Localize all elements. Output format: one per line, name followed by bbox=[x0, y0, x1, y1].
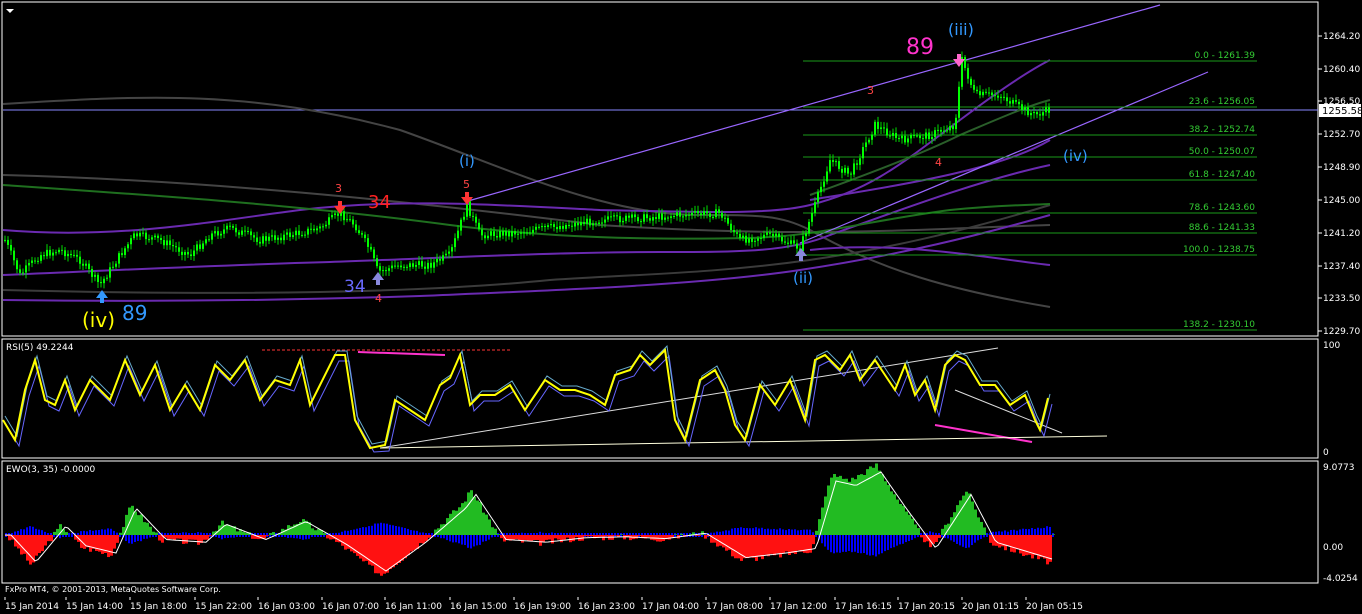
price-tick-label: 1229.70 bbox=[1323, 327, 1360, 337]
rsi-divergence-line bbox=[357, 351, 446, 356]
rsi-line bbox=[2, 347, 1049, 450]
wave-label-89-top: 89 bbox=[906, 35, 934, 60]
price-tick-label: 1237.40 bbox=[1323, 262, 1360, 272]
ewo-axis-zero: 0.00 bbox=[1323, 543, 1343, 553]
rsi-panel-border bbox=[1, 338, 1319, 459]
rsi-title: RSI(5) 49.2244 bbox=[6, 343, 74, 353]
wave-label-4b: 4 bbox=[935, 156, 942, 169]
fib-level-label: 100.0 - 1238.75 bbox=[1183, 245, 1255, 255]
fib-level-label: 61.8 - 1247.40 bbox=[1189, 170, 1255, 180]
wave-label-34-red: 34 bbox=[368, 192, 391, 213]
channel-upper-line bbox=[467, 4, 1161, 202]
wave-label-iv-right: (iv) bbox=[1063, 147, 1088, 165]
price-tick-label: 1264.20 bbox=[1323, 32, 1360, 42]
time-tick-label: 16 Jan 07:00 bbox=[322, 602, 379, 612]
time-tick-label: 15 Jan 22:00 bbox=[195, 602, 252, 612]
fib-level-label: 88.6 - 1241.33 bbox=[1189, 223, 1255, 233]
current-price-label: 1255.58 bbox=[1322, 106, 1362, 117]
time-tick-label: 15 Jan 18:00 bbox=[130, 602, 187, 612]
time-tick-label: 17 Jan 16:15 bbox=[835, 602, 892, 612]
wave-label-3a: 3 bbox=[335, 182, 342, 195]
time-tick-label: 17 Jan 04:00 bbox=[642, 602, 699, 612]
time-tick-label: 16 Jan 15:00 bbox=[450, 602, 507, 612]
time-tick-label: 16 Jan 19:00 bbox=[514, 602, 571, 612]
wave-label-i: (i) bbox=[459, 152, 475, 170]
time-tick-label: 17 Jan 12:00 bbox=[770, 602, 827, 612]
fib-level-label: 23.6 - 1256.05 bbox=[1189, 97, 1255, 107]
ewo-axis-max: 9.0773 bbox=[1323, 463, 1355, 473]
time-tick-label: 17 Jan 20:15 bbox=[898, 602, 955, 612]
price-tick-label: 1245.00 bbox=[1323, 196, 1360, 206]
ewo-axis-min: -4.0254 bbox=[1323, 574, 1358, 584]
price-tick-label: 1260.40 bbox=[1323, 65, 1360, 75]
wave-label-34-blue: 34 bbox=[344, 277, 366, 297]
main-panel-border bbox=[1, 1, 1319, 337]
arrow-up-icon bbox=[372, 272, 384, 285]
wave-label-4a: 4 bbox=[375, 292, 382, 305]
time-tick-label: 16 Jan 23:00 bbox=[578, 602, 635, 612]
ewo-title: EWO(3, 35) -0.0000 bbox=[6, 465, 95, 475]
price-tick-label: 1233.50 bbox=[1323, 294, 1360, 304]
fib-level-label: 78.6 - 1243.60 bbox=[1189, 203, 1255, 213]
wave-label-3b: 3 bbox=[867, 84, 874, 97]
wave-label-ii: (ii) bbox=[793, 269, 813, 287]
time-tick-label: 17 Jan 08:00 bbox=[706, 602, 763, 612]
price-tick-label: 1241.20 bbox=[1323, 229, 1360, 239]
wave-label-89-left: 89 bbox=[122, 301, 147, 325]
copyright-text: FxPro MT4, © 2001-2013, MetaQuotes Softw… bbox=[5, 585, 221, 594]
rsi-divergence-line bbox=[934, 424, 1033, 443]
rsi-axis-0: 0 bbox=[1323, 448, 1329, 458]
fib-level-label: 50.0 - 1250.07 bbox=[1189, 147, 1255, 157]
arrow-down-icon bbox=[953, 54, 965, 67]
time-tick-label: 15 Jan 14:00 bbox=[66, 602, 123, 612]
wave-label-5: 5 bbox=[463, 178, 470, 191]
fib-level-label: 138.2 - 1230.10 bbox=[1183, 320, 1255, 330]
time-axis: 15 Jan 2014 15 Jan 14:00 15 Jan 18:00 15 Ja… bbox=[4, 597, 1083, 612]
time-tick-label: 15 Jan 2014 bbox=[5, 602, 59, 612]
price-tick-label: 1252.70 bbox=[1323, 130, 1360, 140]
time-tick-label: 20 Jan 05:15 bbox=[1026, 602, 1083, 612]
fib-level-label: 0.0 - 1261.39 bbox=[1195, 51, 1256, 61]
fib-level-label: 38.2 - 1252.74 bbox=[1189, 125, 1255, 135]
chart-window: 0.0 - 1261.39 23.6 - 1256.05 38.2 - 1252.7… bbox=[1, 1, 1362, 612]
time-tick-label: 16 Jan 03:00 bbox=[258, 602, 315, 612]
ewo-histogram bbox=[5, 463, 1055, 576]
ewo-panel-border bbox=[1, 460, 1319, 584]
wave-label-iv-left: (iv) bbox=[82, 308, 115, 332]
time-tick-label: 20 Jan 01:15 bbox=[962, 602, 1019, 612]
price-tick-label: 1248.90 bbox=[1323, 163, 1360, 173]
price-axis: 1264.201260.401256.501252.701248.901245.… bbox=[1318, 32, 1360, 337]
rsi-axis-100: 100 bbox=[1323, 341, 1340, 351]
wave-label-iii: (iii) bbox=[948, 20, 974, 39]
time-tick-label: 16 Jan 11:00 bbox=[385, 602, 442, 612]
chart-menu-icon[interactable] bbox=[6, 9, 14, 13]
